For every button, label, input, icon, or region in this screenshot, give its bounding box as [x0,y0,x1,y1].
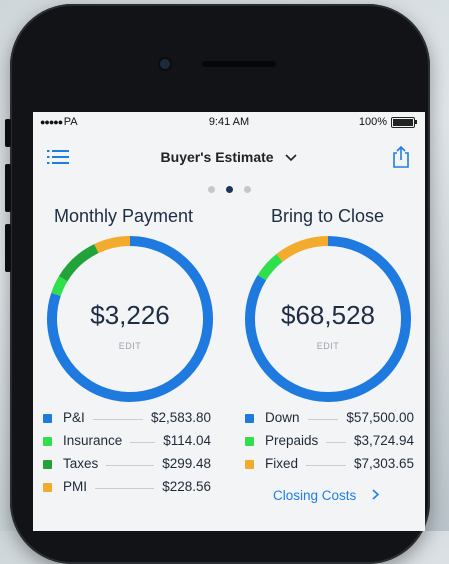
closing-legend-row: Fixed $7,303.65 [245,456,414,479]
monthly-payment-total: $3,226 [90,300,170,330]
page-dot[interactable] [207,186,215,193]
front-camera [160,59,170,69]
monthly-edit-button[interactable]: EDIT [43,341,217,351]
monthly-payment-legend: P&I $2,583.80 Insurance $114.04 Taxes $299.48… [43,410,211,502]
share-icon[interactable] [391,145,411,169]
mute-switch [5,119,11,147]
closing-costs-link[interactable]: Closing Costs [273,488,380,503]
legend-swatch [43,460,52,469]
legend-leader-line [130,442,155,443]
legend-value: $228.56 [162,479,211,494]
legend-swatch [43,414,52,423]
battery-status: 100% [358,116,417,128]
legend-leader-line [106,465,154,466]
monthly-legend-row: P&I $2,583.80 [43,410,211,433]
estimate-selector[interactable]: Buyer's Estimate [33,149,425,165]
legend-swatch [43,483,52,492]
chevron-right-icon [372,489,380,500]
legend-value: $57,500.00 [346,410,414,425]
status-bar: ●●●●● PA 9:41 AM 100% [33,112,425,132]
monthly-payment-title: Monthly Payment [54,206,194,226]
page-dot[interactable] [243,186,251,193]
legend-label: P&I [63,410,85,425]
monthly-legend-row: Taxes $299.48 [43,456,211,479]
legend-label: Down [265,410,300,425]
monthly-legend-row: PMI $228.56 [43,479,211,502]
app-screen: ●●●●● PA 9:41 AM 100% Buyer's Estimate M… [33,112,425,531]
monthly-payment-center[interactable]: $3,226 EDIT [43,232,217,406]
legend-swatch [245,460,254,469]
legend-label: Insurance [63,433,123,448]
closing-edit-button[interactable]: EDIT [241,341,415,351]
closing-costs-label: Closing Costs [273,488,357,503]
legend-value: $7,303.65 [353,456,414,471]
battery-icon [391,116,417,128]
legend-value: $114.04 [163,433,211,448]
bring-to-close-center[interactable]: $68,528 EDIT [241,232,415,406]
navigation-bar: Buyer's Estimate [33,142,425,172]
chevron-down-icon [285,154,298,162]
closing-legend-row: Prepaids $3,724.94 [245,433,414,456]
legend-label: PMI [63,479,88,494]
legend-leader-line [306,465,346,466]
bring-to-close-title: Bring to Close [271,206,385,226]
legend-value: $299.48 [162,456,211,471]
legend-value: $2,583.80 [150,410,211,425]
legend-value: $3,724.94 [353,433,414,448]
legend-label: Fixed [265,456,299,471]
battery-percent: 100% [358,116,387,128]
legend-leader-line [93,419,143,420]
volume-up-button [5,164,11,212]
legend-leader-line [95,488,154,489]
legend-swatch [245,437,254,446]
page-indicator[interactable] [33,186,425,193]
page-dot[interactable] [225,186,233,193]
legend-label: Prepaids [265,433,319,448]
bring-to-close-total: $68,528 [281,300,375,330]
legend-swatch [245,414,254,423]
legend-swatch [43,437,52,446]
legend-label: Taxes [63,456,99,471]
legend-leader-line [326,442,346,443]
closing-legend-row: Down $57,500.00 [245,410,414,433]
volume-down-button [5,224,11,272]
page-title: Buyer's Estimate [160,149,274,165]
earpiece-speaker [202,61,276,67]
legend-leader-line [308,419,338,420]
bring-to-close-legend: Down $57,500.00 Prepaids $3,724.94 Fixed $7,3… [245,410,414,479]
monthly-legend-row: Insurance $114.04 [43,433,211,456]
